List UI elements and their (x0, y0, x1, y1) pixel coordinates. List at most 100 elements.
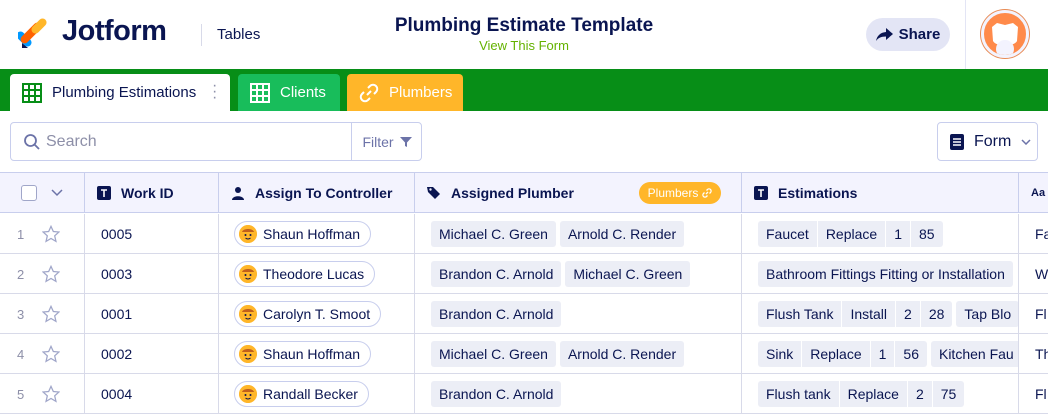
cell-assigned-plumber[interactable]: Brandon C. Arnold (415, 294, 742, 334)
cell-work-id[interactable]: 0002 (85, 334, 219, 374)
row-number: 3 (17, 306, 25, 322)
cell-controller[interactable]: Shaun Hoffman (219, 334, 415, 374)
cell-estimations[interactable]: Faucet Replace 1 85 (742, 214, 1019, 254)
tab-plumbers[interactable]: Plumbers (347, 74, 463, 111)
tab-label: Plumbers (389, 84, 453, 101)
cell-next[interactable]: Fa (1019, 214, 1048, 254)
column-header-work-id[interactable]: Work ID (85, 173, 219, 213)
cell-next[interactable]: Fl (1019, 374, 1048, 414)
cell-next[interactable]: Fl (1019, 294, 1048, 334)
plumber-chip: Arnold C. Render (559, 341, 685, 367)
cell-assigned-plumber[interactable]: Brandon C. Arnold Michael C. Green (415, 254, 742, 294)
text-field-icon (754, 186, 768, 200)
filter-icon (399, 136, 412, 147)
linked-table-badge[interactable]: Plumbers (639, 182, 721, 204)
cell-controller[interactable]: Randall Becker (219, 374, 415, 414)
cell-work-id[interactable]: 0001 (85, 294, 219, 334)
table-row[interactable]: 5 0004 Randall Becker Brandon C. Arnold … (0, 374, 1048, 414)
controller-chip: Theodore Lucas (234, 261, 376, 287)
plumber-chip: Brandon C. Arnold (431, 381, 562, 407)
avatar-icon (992, 23, 1018, 55)
tab-plumbing-estimations[interactable]: Plumbing Estimations · · · (10, 74, 230, 111)
filter-button[interactable]: Filter (351, 123, 422, 160)
tab-label: Clients (280, 84, 326, 101)
column-label: Assign To Controller (255, 185, 393, 201)
cell-work-id[interactable]: 0004 (85, 374, 219, 414)
table-row[interactable]: 1 0005 Shaun Hoffman Michael C. Green Ar… (0, 214, 1048, 254)
star-icon[interactable] (42, 265, 61, 283)
cell-next[interactable]: W (1019, 254, 1048, 294)
cell-controller[interactable]: Theodore Lucas (219, 254, 415, 294)
cell-estimations[interactable]: Flush tank Replace 2 75 (742, 374, 1019, 414)
cell-estimations[interactable]: Bathroom Fittings Fitting or Installatio… (742, 254, 1019, 294)
row-controls: 1 (0, 214, 85, 254)
row-controls: 4 (0, 334, 85, 374)
filter-label: Filter (362, 133, 394, 150)
cell-work-id[interactable]: 0005 (85, 214, 219, 254)
tag-icon (427, 187, 440, 199)
select-all-checkbox[interactable] (21, 185, 37, 201)
estimation-price: 28 (928, 306, 945, 322)
star-icon[interactable] (42, 225, 61, 243)
cell-controller[interactable]: Shaun Hoffman (219, 214, 415, 254)
plumber-chip: Brandon C. Arnold (431, 301, 562, 327)
column-label: Assigned Plumber (451, 185, 574, 201)
estimation-item-part: Bathroom Fittings Fitting or Installatio… (766, 266, 1005, 282)
user-face-icon (239, 385, 257, 403)
row-number: 1 (17, 226, 25, 242)
plumber-chip: Brandon C. Arnold (431, 261, 562, 287)
plumber-chip: Michael C. Green (431, 221, 556, 247)
plumber-chip: Arnold C. Render (559, 221, 685, 247)
grid-icon (250, 82, 270, 103)
estimation-item: Sink Replace 1 56 (758, 341, 927, 367)
share-button[interactable]: Share (866, 18, 950, 51)
estimation-item-part: Faucet (758, 221, 818, 247)
chevron-down-icon[interactable] (51, 189, 63, 197)
tab-label: Plumbing Estimations (52, 84, 197, 101)
estimation-qty: 1 (871, 341, 896, 367)
user-avatar[interactable] (981, 10, 1029, 58)
row-number: 2 (17, 266, 25, 282)
estimation-item: Bathroom Fittings Fitting or Installatio… (758, 261, 1013, 287)
view-form-link[interactable]: View This Form (479, 38, 569, 53)
cell-assigned-plumber[interactable]: Michael C. Green Arnold C. Render (415, 214, 742, 254)
estimation-price: 56 (903, 346, 919, 362)
cell-next[interactable]: Th (1019, 334, 1048, 374)
data-table: Work ID Assign To Controller Assigned Pl… (0, 172, 1048, 414)
column-header-estimations[interactable]: Estimations (742, 173, 1019, 213)
select-all-header (0, 173, 85, 213)
column-header-assign-to-controller[interactable]: Assign To Controller (219, 173, 415, 213)
search-input[interactable] (46, 123, 346, 160)
cell-work-id[interactable]: 0003 (85, 254, 219, 294)
share-label: Share (898, 26, 941, 43)
column-header-next[interactable]: Aa (1019, 173, 1048, 213)
link-icon (702, 188, 713, 198)
text-field-icon (97, 186, 111, 200)
cell-assigned-plumber[interactable]: Michael C. Green Arnold C. Render (415, 334, 742, 374)
estimation-qty: 2 (908, 381, 933, 407)
star-icon[interactable] (42, 385, 61, 403)
table-header: Work ID Assign To Controller Assigned Pl… (0, 173, 1048, 213)
search-box: Filter (10, 122, 422, 161)
linked-table-label: Plumbers (647, 186, 699, 200)
table-row[interactable]: 3 0001 Carolyn T. Smoot Brandon C. Arnol… (0, 294, 1048, 334)
estimation-action: Replace (840, 381, 908, 407)
star-icon[interactable] (42, 345, 61, 363)
table-row[interactable]: 2 0003 Theodore Lucas Brandon C. Arnold … (0, 254, 1048, 294)
cell-controller[interactable]: Carolyn T. Smoot (219, 294, 415, 334)
tab-more-icon[interactable]: · · · (212, 78, 218, 106)
cell-estimations[interactable]: Flush Tank Install 2 28 Tap Blo (742, 294, 1019, 334)
cell-estimations[interactable]: Sink Replace 1 56 Kitchen Fau (742, 334, 1019, 374)
estimation-item-part: Sink (758, 341, 803, 367)
estimation-action: Replace (802, 341, 871, 367)
table-row[interactable]: 4 0002 Shaun Hoffman Michael C. Green Ar… (0, 334, 1048, 374)
cell-assigned-plumber[interactable]: Brandon C. Arnold (415, 374, 742, 414)
estimation-price: 85 (918, 226, 935, 242)
star-icon[interactable] (42, 305, 61, 323)
chevron-down-icon (1021, 138, 1031, 145)
form-view-button[interactable]: Form (937, 122, 1038, 161)
tab-clients[interactable]: Clients (238, 74, 340, 111)
share-arrow-icon (875, 27, 893, 41)
estimation-item-part: Flush Tank (758, 301, 843, 327)
estimation-item: Flush tank Replace 2 75 (758, 381, 965, 407)
